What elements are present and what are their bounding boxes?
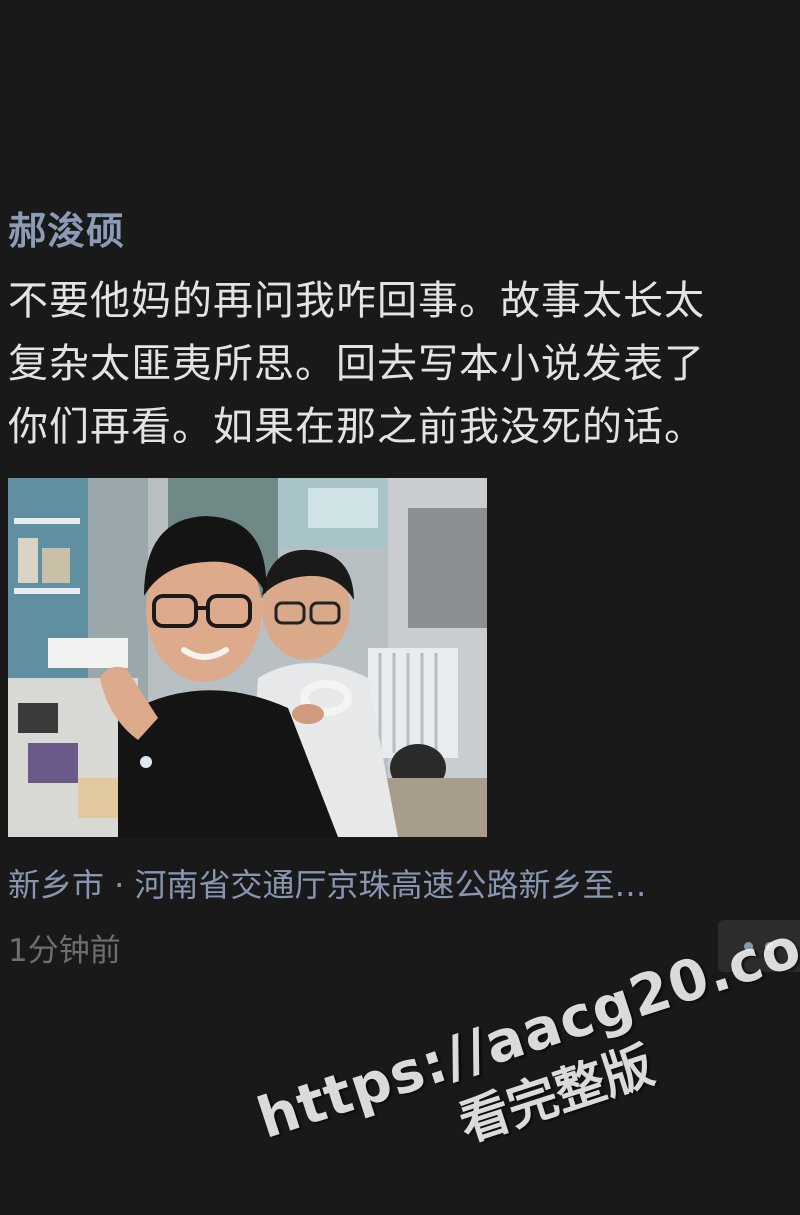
moment-post: 郝浚硕 不要他妈的再问我咋回事。故事太长太 复杂太匪夷所思。回去写本小说发表了 … [0, 0, 800, 1175]
post-text-line: 复杂太匪夷所思。回去写本小说发表了 [8, 341, 705, 387]
author-name[interactable]: 郝浚硕 [8, 200, 125, 255]
post-text-line: 不要他妈的再问我咋回事。故事太长太 [8, 278, 705, 324]
watermark: https://aacg20.com 看完整版 [250, 896, 800, 1214]
post-text-line: 你们再看。如果在那之前我没死的话。 [8, 404, 705, 450]
post-time: 1分钟前 [8, 933, 121, 969]
post-text: 不要他妈的再问我咋回事。故事太长太 复杂太匪夷所思。回去写本小说发表了 你们再看… [8, 270, 798, 459]
location-link[interactable]: 新乡市 · 河南省交通厅京珠高速公路新乡至… [8, 860, 788, 906]
post-photo[interactable] [8, 478, 487, 837]
